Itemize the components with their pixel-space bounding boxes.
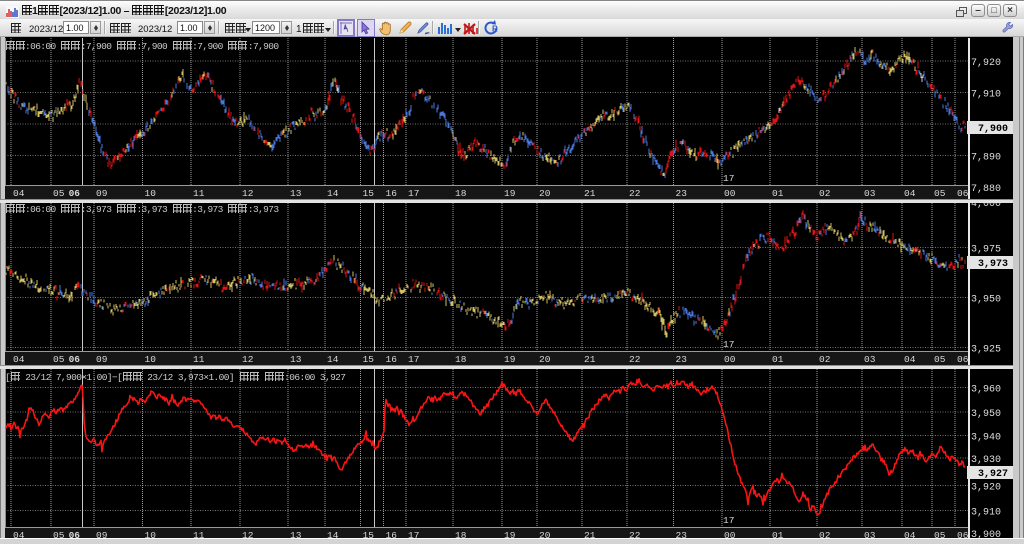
svg-text:7,910: 7,910: [971, 90, 1001, 101]
svg-text:17: 17: [408, 188, 419, 199]
svg-text:22: 22: [629, 188, 641, 199]
svg-text:19: 19: [504, 354, 516, 365]
svg-text:22: 22: [629, 354, 641, 365]
svg-text:3,920: 3,920: [971, 483, 1001, 494]
svg-text:3,930: 3,930: [971, 455, 1001, 466]
svg-text:16: 16: [386, 354, 398, 365]
svg-text:17: 17: [723, 339, 734, 350]
svg-text:06: 06: [69, 188, 81, 199]
svg-text:14: 14: [327, 354, 339, 365]
svg-text:14: 14: [327, 188, 339, 199]
svg-text:01: 01: [772, 188, 784, 199]
svg-text:7,880: 7,880: [971, 184, 1001, 195]
svg-text:23: 23: [676, 188, 688, 199]
svg-text:3,950: 3,950: [971, 409, 1001, 420]
svg-text:01: 01: [772, 354, 784, 365]
svg-text:19: 19: [504, 188, 516, 199]
svg-text:05: 05: [934, 354, 946, 365]
svg-text:7,890: 7,890: [971, 153, 1001, 164]
svg-text:10: 10: [145, 354, 157, 365]
svg-text:20: 20: [539, 188, 551, 199]
svg-text:09: 09: [96, 354, 108, 365]
svg-text:21: 21: [584, 188, 596, 199]
svg-text:3,925: 3,925: [971, 345, 1001, 356]
svg-text:3,973: 3,973: [978, 259, 1008, 270]
svg-text:17: 17: [408, 354, 419, 365]
svg-text:05: 05: [53, 188, 65, 199]
svg-text:06: 06: [69, 354, 81, 365]
svg-text:11: 11: [193, 188, 205, 199]
svg-text:17: 17: [723, 173, 734, 184]
svg-text:R: R: [492, 25, 498, 34]
svg-text:04: 04: [13, 188, 25, 199]
svg-text:3,927: 3,927: [978, 469, 1008, 480]
svg-text:3,975: 3,975: [971, 245, 1001, 256]
svg-text:3,940: 3,940: [971, 433, 1001, 444]
svg-text:13: 13: [290, 354, 302, 365]
svg-text:13: 13: [290, 188, 302, 199]
svg-text:04: 04: [904, 354, 916, 365]
svg-text:12: 12: [242, 354, 254, 365]
svg-text:7,900: 7,900: [978, 124, 1008, 135]
svg-text:20: 20: [539, 354, 551, 365]
svg-text:00: 00: [724, 188, 736, 199]
svg-text:02: 02: [819, 354, 831, 365]
svg-text:09: 09: [96, 188, 108, 199]
svg-text:05: 05: [934, 188, 946, 199]
svg-text:18: 18: [455, 188, 467, 199]
svg-text:00: 00: [724, 354, 736, 365]
svg-text:3,960: 3,960: [971, 385, 1001, 396]
svg-text:16: 16: [386, 188, 398, 199]
svg-text:15: 15: [363, 188, 375, 199]
svg-text:06: 06: [957, 188, 969, 199]
svg-text:11: 11: [193, 354, 205, 365]
svg-text:18: 18: [455, 354, 467, 365]
svg-text:3,910: 3,910: [971, 508, 1001, 519]
svg-text:06: 06: [957, 354, 969, 365]
svg-text:23: 23: [676, 354, 688, 365]
svg-text:10: 10: [145, 188, 157, 199]
svg-text:12: 12: [242, 188, 254, 199]
svg-text:21: 21: [584, 354, 596, 365]
svg-text:7,920: 7,920: [971, 58, 1001, 69]
svg-text:17: 17: [723, 515, 734, 526]
svg-text:05: 05: [53, 354, 65, 365]
svg-text:03: 03: [864, 188, 876, 199]
svg-text:03: 03: [864, 354, 876, 365]
svg-text:02: 02: [819, 188, 831, 199]
svg-text:15: 15: [363, 354, 375, 365]
svg-text:3,950: 3,950: [971, 295, 1001, 306]
svg-text:04: 04: [904, 188, 916, 199]
svg-text:04: 04: [13, 354, 25, 365]
